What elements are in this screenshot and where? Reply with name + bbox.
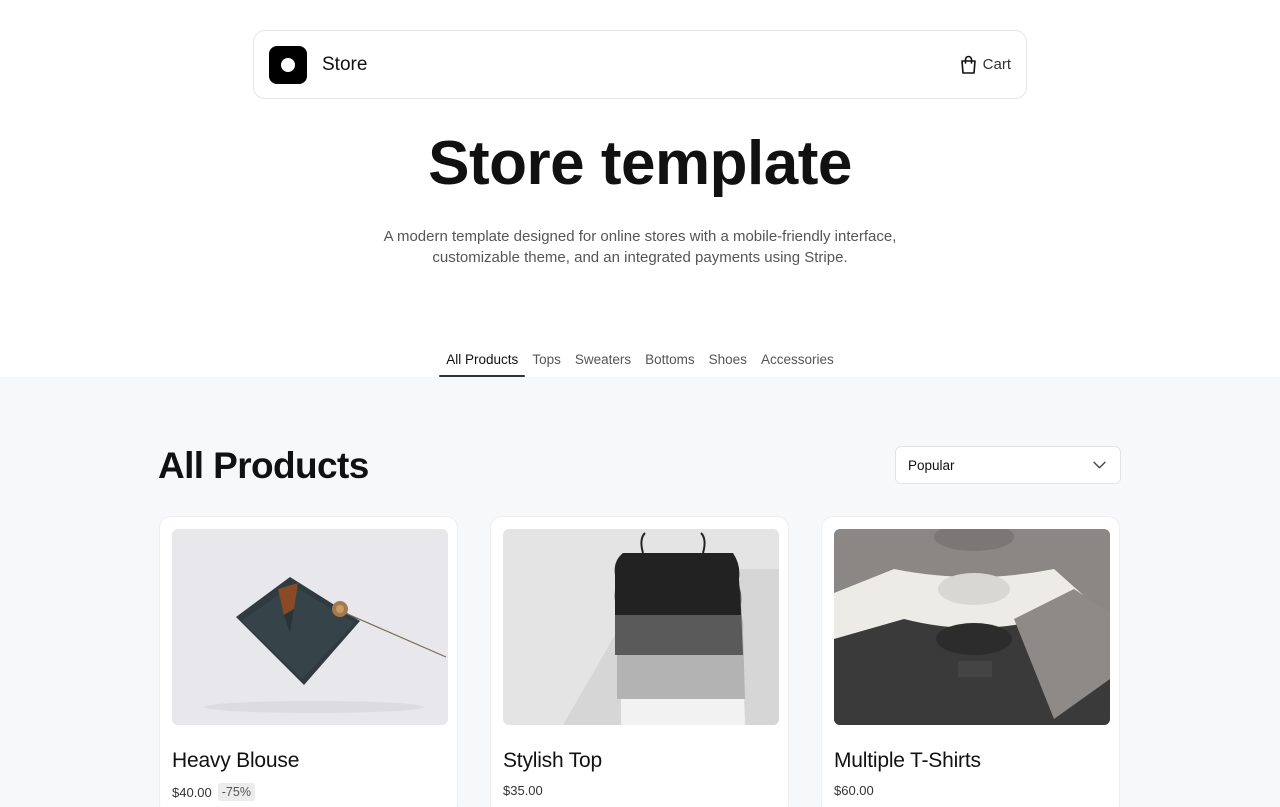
product-name: Multiple T-Shirts [834,749,981,772]
tab-all-products[interactable]: All Products [439,345,526,377]
products-section: All Products Popular Heavy Blouse $40.00 [0,377,1280,807]
product-price-row: $35.00 [503,783,543,798]
product-card[interactable]: Multiple T-Shirts $60.00 [821,516,1120,807]
sort-select[interactable]: Popular [895,446,1121,484]
product-image-heavy-blouse [172,529,448,725]
discount-badge: -75% [217,783,255,801]
product-image-stylish-top [503,529,779,725]
sort-selected-value: Popular [908,457,955,473]
cart-label: Cart [982,56,1011,73]
site-header: Store Cart [253,30,1027,99]
chevron-down-icon [1093,461,1106,469]
tab-sweaters[interactable]: Sweaters [568,345,638,377]
product-card[interactable]: Stylish Top $35.00 [490,516,789,807]
tab-bottoms[interactable]: Bottoms [638,345,702,377]
product-name: Heavy Blouse [172,749,300,772]
section-title: All Products [158,445,369,486]
tab-tops[interactable]: Tops [525,345,568,377]
hero-subtitle: A modern template designed for online st… [383,228,897,266]
shopping-bag-icon [960,55,976,74]
tab-accessories[interactable]: Accessories [754,345,841,377]
brand-link[interactable]: Store [269,45,368,84]
product-price-row: $60.00 [834,783,874,798]
product-name: Stylish Top [503,749,602,772]
tab-shoes[interactable]: Shoes [702,345,754,377]
store-logo-icon [269,45,307,84]
product-price-row: $40.00 -75% [172,783,255,801]
product-price: $60.00 [834,783,874,798]
product-image-multiple-t-shirts [834,529,1110,725]
logo-dot [281,57,295,72]
hero-title: Store template [428,129,852,198]
product-card[interactable]: Heavy Blouse $40.00 -75% [159,516,458,807]
brand-name: Store [322,53,368,75]
product-price: $40.00 [172,784,212,800]
product-price: $35.00 [503,783,543,798]
category-tabs: All Products Tops Sweaters Bottoms Shoes… [0,345,1280,377]
cart-button[interactable]: Cart [960,55,1011,74]
